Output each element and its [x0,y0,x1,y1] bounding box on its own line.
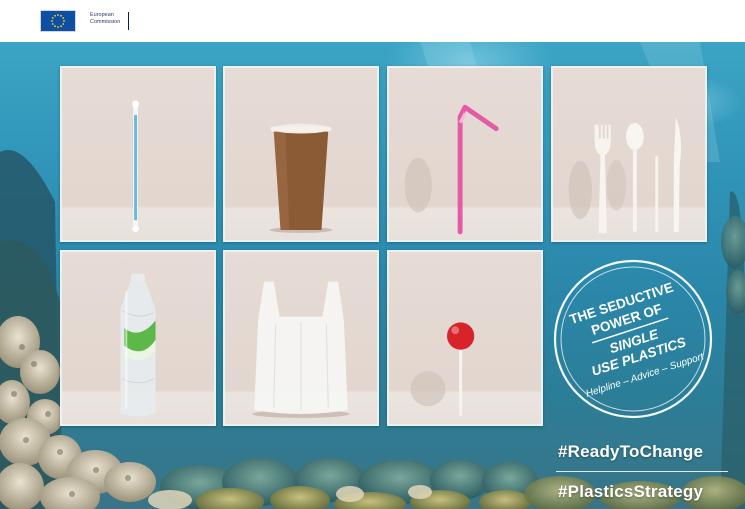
tile-coffee-cup [223,66,379,242]
european-commission-logo[interactable]: European Commission [40,10,130,32]
tile-plastic-bag [223,250,379,426]
coffee-cup-icon [269,123,333,233]
tile-drinking-straw [387,66,543,242]
campaign-stamp: THE SEDUCTIVE POWER OF SINGLE USE PLASTI… [553,259,713,419]
eu-flag-icon [40,10,76,32]
drinking-straw-icon [404,104,499,235]
hashtag-ready-to-change[interactable]: #ReadyToChange [558,442,703,462]
tile-cotton-bud [60,66,216,242]
plastic-bag-icon [252,281,350,418]
tile-lollipop [387,250,543,426]
org-name: European Commission [90,12,130,30]
hashtag-divider [556,471,728,472]
tile-cutlery [551,66,707,242]
cutlery-icon [568,116,681,234]
header-bar: European Commission [0,0,745,42]
lollipop-icon [410,322,475,416]
hashtag-plastics-strategy[interactable]: #PlasticsStrategy [558,482,703,502]
org-name-line1: European [90,12,114,18]
campaign-poster: European Commission THE SEDUCTIVE POWER … [0,0,745,509]
cotton-bud-icon [132,100,139,232]
org-name-line2: Commission [90,19,121,25]
plastic-bottle-icon [120,273,156,417]
tile-plastic-bottle [60,250,216,426]
